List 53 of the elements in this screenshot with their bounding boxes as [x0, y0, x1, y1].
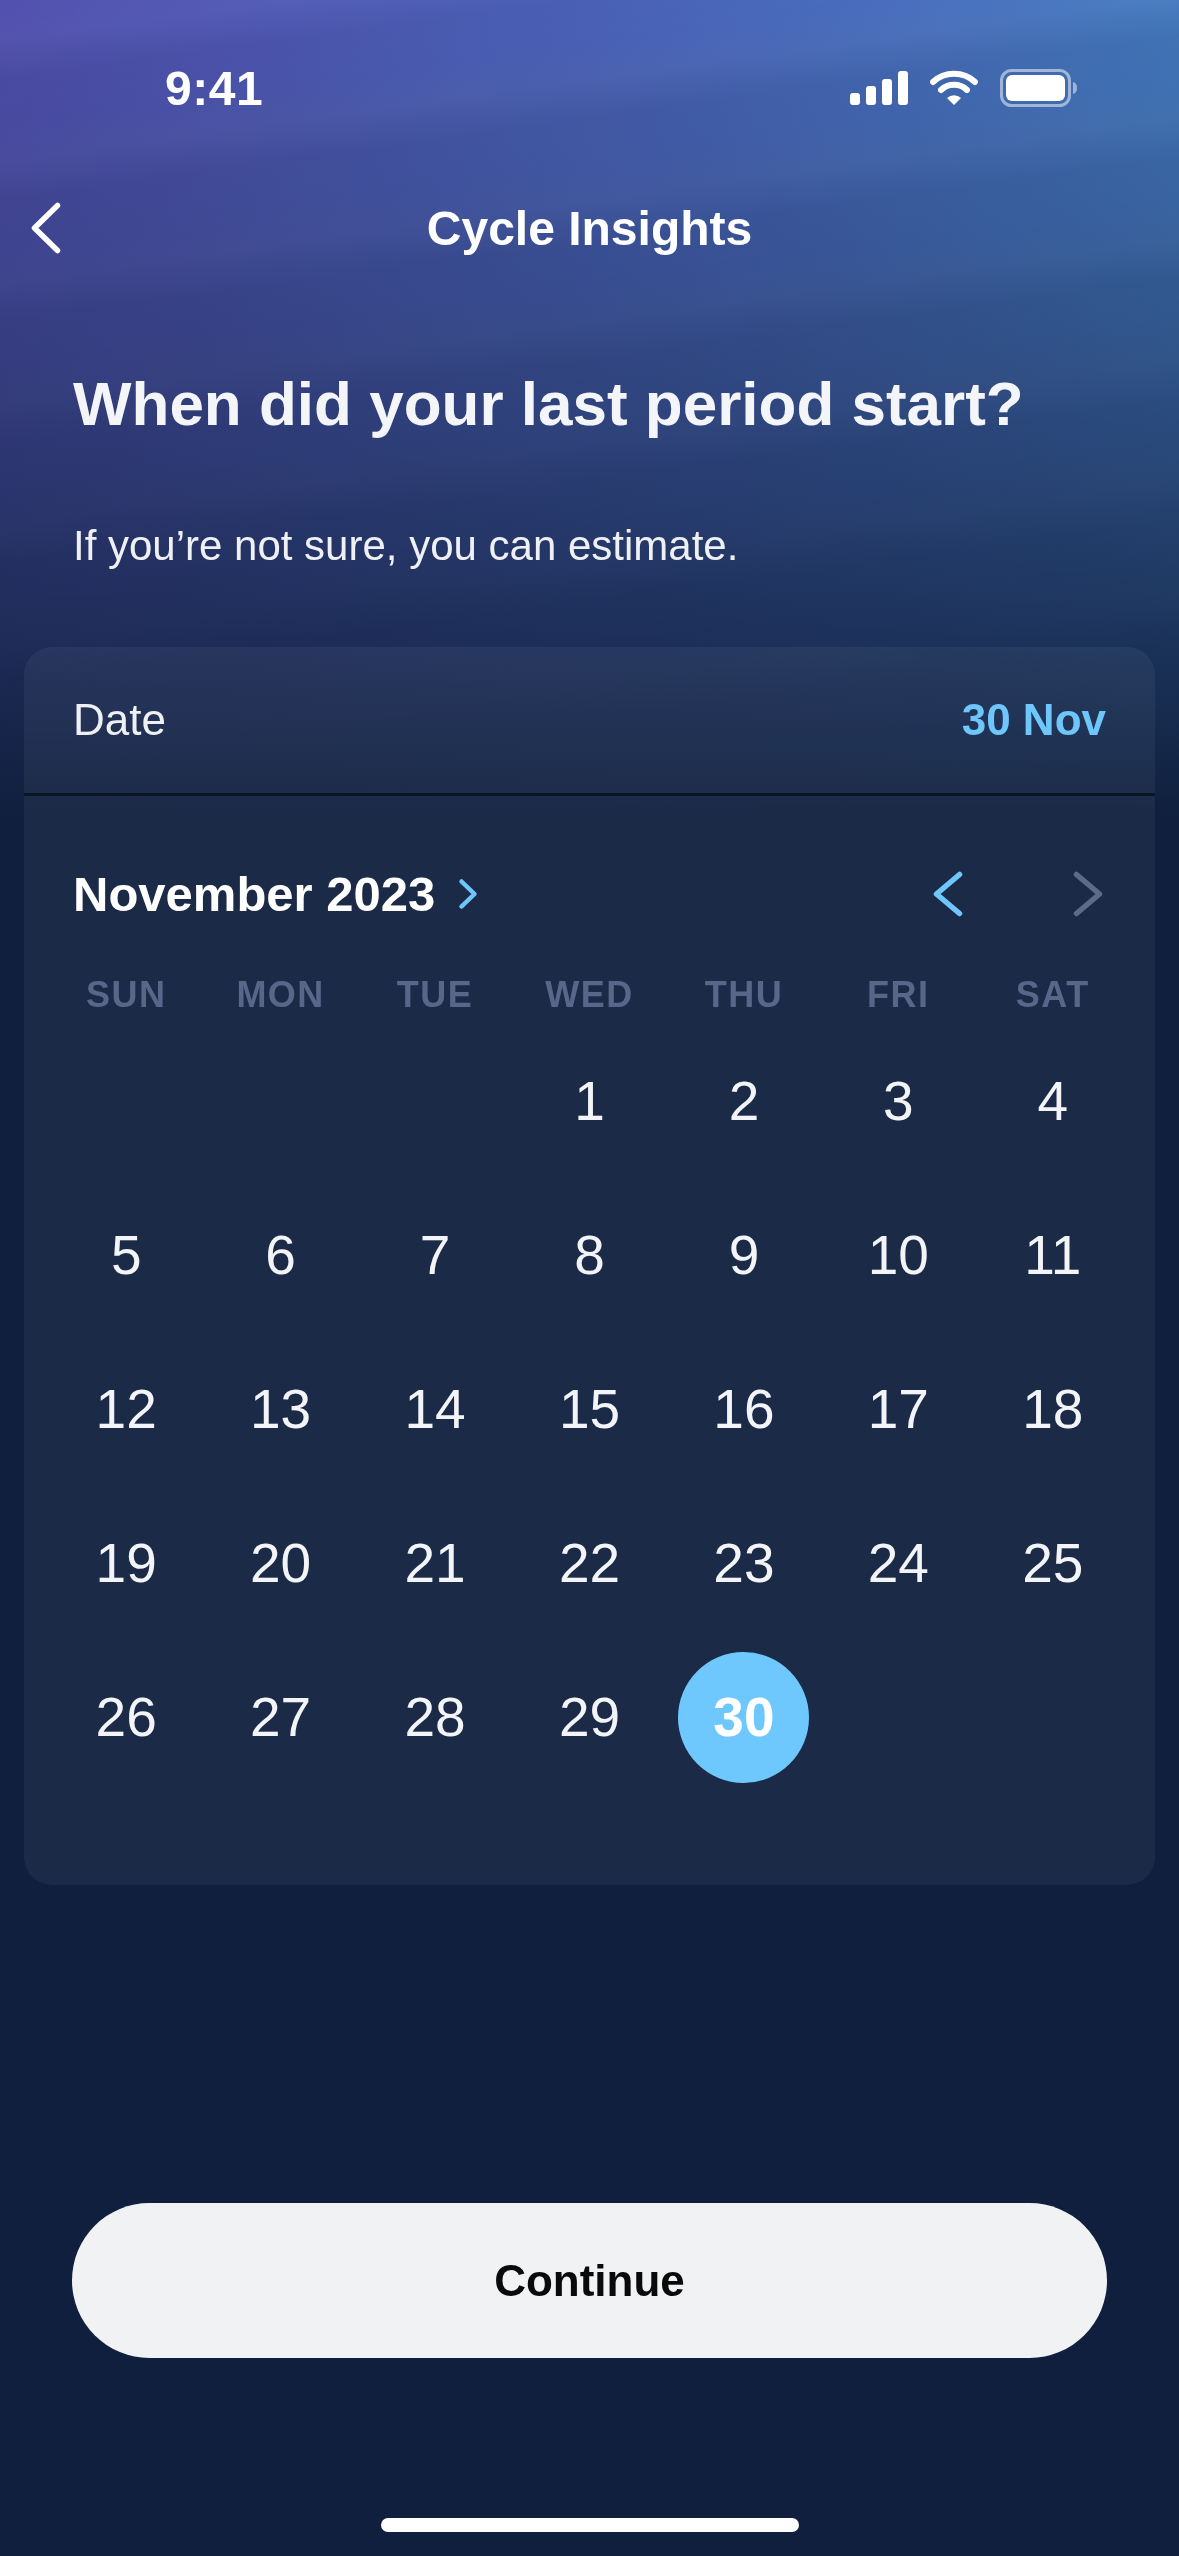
date-label: Date: [73, 695, 166, 745]
calendar-day[interactable]: 29: [524, 1651, 655, 1783]
calendar-day[interactable]: 1: [524, 1035, 655, 1167]
status-time: 9:41: [165, 60, 264, 116]
calendar-day[interactable]: 14: [369, 1343, 501, 1475]
calendar-day[interactable]: 22: [524, 1497, 655, 1629]
chevron-left-icon: [931, 869, 965, 919]
calendar-day[interactable]: 12: [60, 1343, 192, 1475]
calendar-day[interactable]: 25: [987, 1497, 1119, 1629]
previous-month-button[interactable]: [931, 869, 965, 919]
calendar-day[interactable]: 24: [832, 1497, 964, 1629]
calendar-day[interactable]: 26: [60, 1651, 192, 1783]
calendar-day[interactable]: 20: [215, 1497, 347, 1629]
weekday-label: SAT: [1015, 973, 1090, 1017]
calendar-day[interactable]: 6: [215, 1189, 347, 1321]
weekday-label: TUE: [396, 973, 474, 1017]
calendar-day[interactable]: 3: [832, 1035, 964, 1167]
calendar-day[interactable]: 18: [987, 1343, 1119, 1475]
signal-icon: [850, 71, 908, 105]
calendar-day[interactable]: 16: [678, 1343, 810, 1475]
calendar-day[interactable]: 17: [832, 1343, 964, 1475]
calendar-day[interactable]: 13: [215, 1343, 347, 1475]
calendar-day[interactable]: 9: [678, 1189, 810, 1321]
back-button[interactable]: [29, 200, 63, 256]
calendar-day[interactable]: 5: [60, 1189, 192, 1321]
question-hint: If you’re not sure, you can estimate.: [73, 521, 739, 571]
calendar-day[interactable]: 8: [524, 1189, 655, 1321]
calendar-day[interactable]: 19: [60, 1497, 192, 1629]
question-heading: When did your last period start?: [73, 368, 1024, 440]
calendar-day[interactable]: 2: [678, 1035, 810, 1167]
chevron-left-icon: [29, 200, 63, 256]
weekday-label: WED: [545, 973, 634, 1017]
wifi-icon: [930, 70, 978, 106]
calendar-day[interactable]: 10: [832, 1189, 964, 1321]
calendar-day[interactable]: 21: [369, 1497, 501, 1629]
weekday-label: FRI: [867, 973, 930, 1017]
month-picker-button[interactable]: November 2023: [73, 866, 480, 922]
calendar-day[interactable]: 4: [987, 1035, 1119, 1167]
calendar-day[interactable]: 11: [987, 1189, 1119, 1321]
calendar-day[interactable]: 27: [215, 1651, 347, 1783]
weekday-label: MON: [236, 973, 325, 1017]
weekday-label: SUN: [85, 973, 167, 1017]
chevron-right-icon: [1071, 869, 1105, 919]
calendar-day[interactable]: 7: [369, 1189, 501, 1321]
chevron-right-icon: [457, 877, 480, 911]
selected-date-value[interactable]: 30 Nov: [961, 695, 1106, 745]
weekday-label: THU: [704, 973, 784, 1017]
screen-title: Cycle Insights: [426, 200, 753, 256]
calendar-day[interactable]: 23: [678, 1497, 810, 1629]
battery-icon: [1000, 69, 1078, 107]
calendar-day[interactable]: 28: [369, 1651, 501, 1783]
continue-button[interactable]: Continue: [72, 2203, 1107, 2358]
calendar-day[interactable]: 15: [524, 1343, 655, 1475]
